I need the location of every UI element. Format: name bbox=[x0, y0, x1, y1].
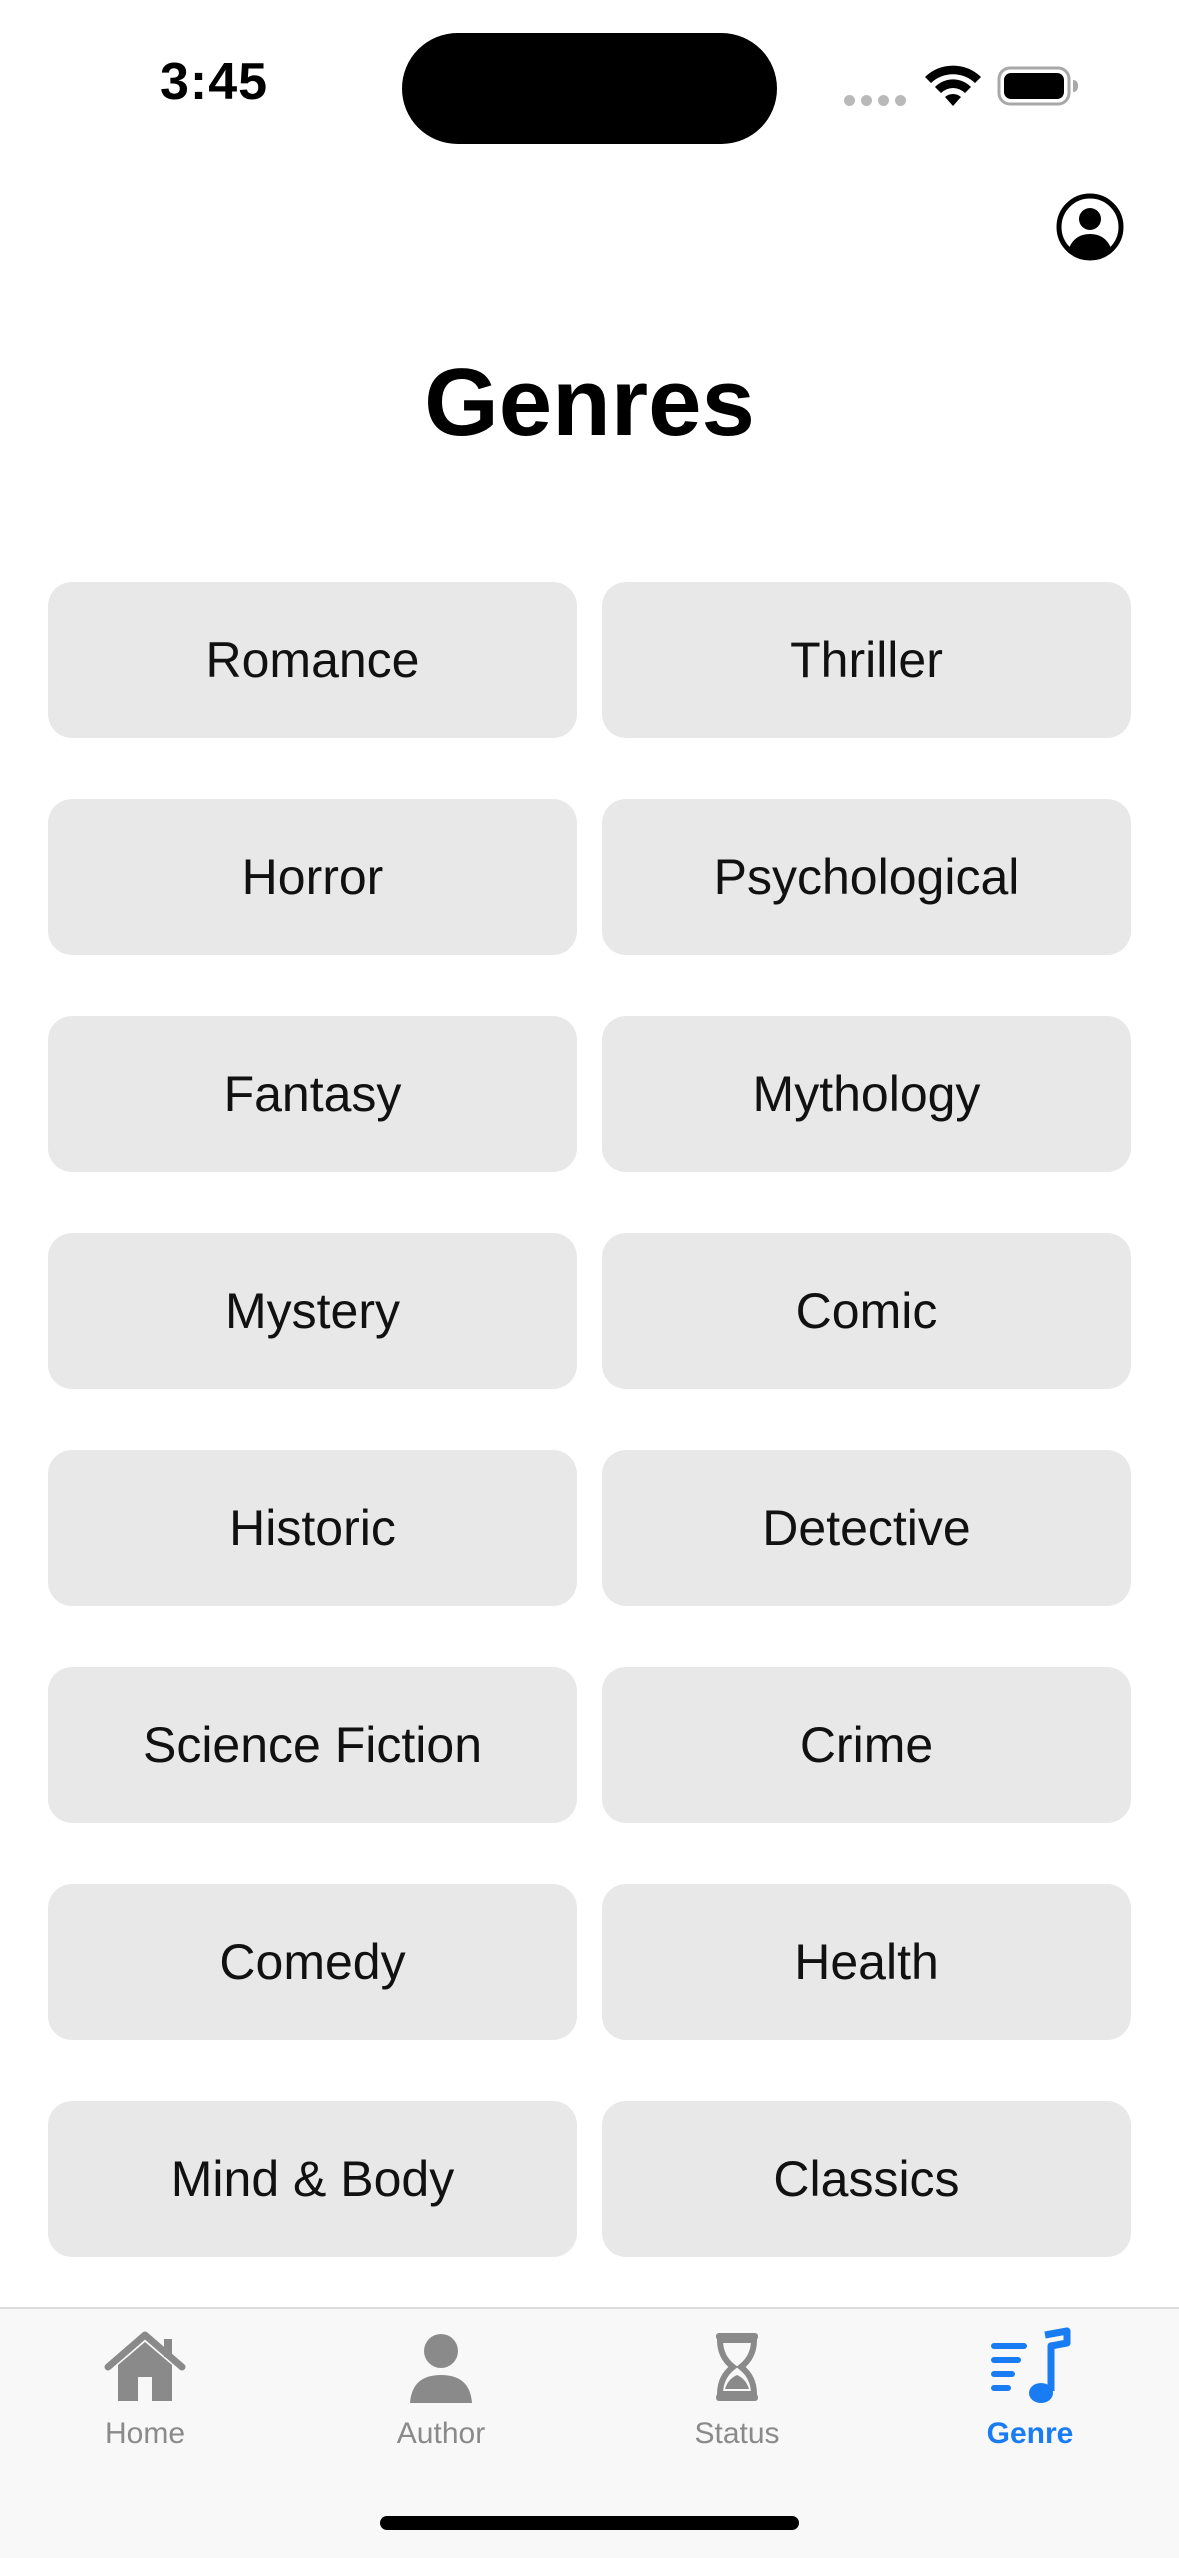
tab-author-label: Author bbox=[396, 2417, 486, 2450]
status-bar: 3:45 bbox=[0, 0, 1179, 170]
genre-button-historic[interactable]: Historic bbox=[48, 1450, 577, 1606]
genre-button-classics[interactable]: Classics bbox=[602, 2101, 1131, 2257]
tab-genre[interactable]: Genre bbox=[930, 2309, 1130, 2469]
page-title: Genres bbox=[424, 349, 755, 456]
genre-button-mythology[interactable]: Mythology bbox=[602, 1016, 1131, 1172]
genre-button-comedy[interactable]: Comedy bbox=[48, 1884, 577, 2040]
wifi-icon bbox=[925, 65, 981, 106]
genre-button-romance[interactable]: Romance bbox=[48, 582, 577, 738]
cellular-signal-icon bbox=[844, 95, 906, 107]
genre-button-psychological[interactable]: Psychological bbox=[602, 799, 1131, 955]
genre-button-crime[interactable]: Crime bbox=[602, 1667, 1131, 1823]
tab-author[interactable]: Author bbox=[341, 2309, 541, 2469]
dynamic-island bbox=[402, 33, 777, 144]
tab-home[interactable]: Home bbox=[45, 2309, 245, 2469]
music-list-icon bbox=[991, 2327, 1071, 2403]
person-icon bbox=[410, 2334, 472, 2403]
genre-button-health[interactable]: Health bbox=[602, 1884, 1131, 2040]
genre-button-thriller[interactable]: Thriller bbox=[602, 582, 1131, 738]
home-indicator[interactable] bbox=[380, 2516, 799, 2530]
hourglass-icon bbox=[716, 2333, 758, 2401]
genre-button-horror[interactable]: Horror bbox=[48, 799, 577, 955]
tab-genre-label: Genre bbox=[986, 2417, 1074, 2450]
status-time: 3:45 bbox=[160, 53, 269, 111]
genre-button-mystery[interactable]: Mystery bbox=[48, 1233, 577, 1389]
house-icon bbox=[104, 2331, 186, 2401]
genre-button-science-fiction[interactable]: Science Fiction bbox=[48, 1667, 577, 1823]
genre-button-mind-body[interactable]: Mind & Body bbox=[48, 2101, 577, 2257]
profile-icon[interactable] bbox=[1055, 192, 1125, 262]
genre-button-detective[interactable]: Detective bbox=[602, 1450, 1131, 1606]
genre-button-comic[interactable]: Comic bbox=[602, 1233, 1131, 1389]
tab-status[interactable]: Status bbox=[637, 2309, 837, 2469]
tab-home-label: Home bbox=[104, 2417, 186, 2450]
genre-grid: Romance Thriller Horror Psychological Fa… bbox=[48, 582, 1131, 2257]
tab-status-label: Status bbox=[694, 2417, 780, 2450]
battery-icon bbox=[997, 66, 1078, 106]
genre-button-fantasy[interactable]: Fantasy bbox=[48, 1016, 577, 1172]
